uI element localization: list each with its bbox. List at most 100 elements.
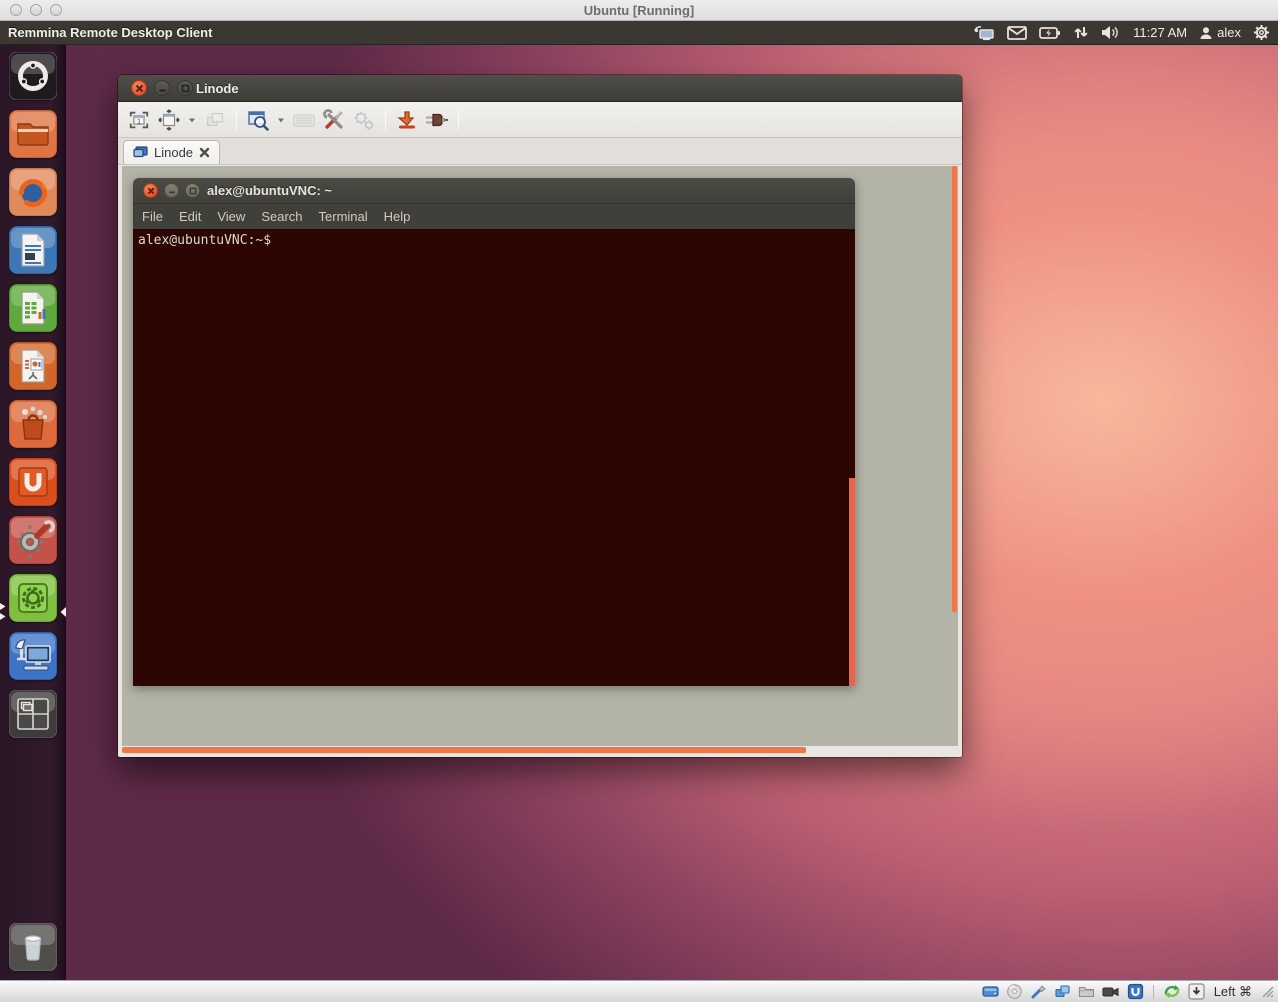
terminal-title: alex@ubuntuVNC: ~ bbox=[207, 183, 332, 198]
terminal-maximize-button[interactable] bbox=[185, 183, 200, 198]
vm-window-title: Ubuntu [Running] bbox=[0, 3, 1278, 18]
terminal-titlebar[interactable]: alex@ubuntuVNC: ~ bbox=[133, 178, 855, 204]
launcher-item-firefox[interactable] bbox=[9, 168, 57, 216]
vm-window-titlebar: Ubuntu [Running] bbox=[0, 0, 1278, 21]
menu-edit[interactable]: Edit bbox=[179, 209, 201, 224]
ubuntu-one-icon bbox=[9, 458, 57, 506]
menu-terminal[interactable]: Terminal bbox=[319, 209, 368, 224]
terminal-scrollbar[interactable] bbox=[849, 478, 855, 686]
session-gear-icon[interactable] bbox=[1253, 24, 1270, 41]
app-menu-title[interactable]: Remmina Remote Desktop Client bbox=[0, 25, 212, 40]
terminal-minimize-button[interactable] bbox=[164, 183, 179, 198]
grab-keyboard-icon bbox=[291, 107, 317, 133]
launcher-item-libreoffice-impress[interactable] bbox=[9, 342, 57, 390]
remmina-tab-bar: Linode bbox=[118, 138, 962, 165]
window-maximize-button[interactable] bbox=[177, 80, 193, 96]
fit-window-icon[interactable] bbox=[156, 107, 182, 133]
menu-help[interactable]: Help bbox=[384, 209, 411, 224]
libreoffice-impress-icon bbox=[9, 342, 57, 390]
remote-terminal-window: alex@ubuntuVNC: ~ File Edit View Search … bbox=[133, 178, 855, 686]
trash-icon bbox=[9, 923, 57, 971]
remmina-icon bbox=[9, 632, 57, 680]
launcher-item-libreoffice-calc[interactable] bbox=[9, 284, 57, 332]
tab-close-icon[interactable] bbox=[199, 147, 210, 158]
vbox-statusbar: Left ⌘ bbox=[0, 980, 1278, 1002]
messaging-menu-icon[interactable] bbox=[1007, 26, 1027, 40]
tab-monitor-icon bbox=[133, 146, 148, 159]
terminal-body[interactable]: alex@ubuntuVNC:~$ bbox=[133, 229, 855, 686]
dash-home-icon bbox=[9, 52, 57, 100]
shared-folders-icon[interactable] bbox=[1078, 983, 1095, 1000]
vnc-vertical-scrollbar[interactable] bbox=[952, 166, 957, 612]
launcher-item-trash[interactable] bbox=[9, 923, 57, 971]
zoom-caret-icon[interactable] bbox=[275, 107, 287, 133]
mouse-integration-icon[interactable] bbox=[1163, 983, 1181, 1000]
statusbar-separator bbox=[1153, 985, 1154, 999]
libreoffice-writer-icon bbox=[9, 226, 57, 274]
launcher-item-ubuntu-one[interactable] bbox=[9, 458, 57, 506]
host-key-label: Left ⌘ bbox=[1212, 984, 1254, 1000]
usb-icon[interactable] bbox=[1030, 983, 1047, 1000]
launcher-item-software-center[interactable] bbox=[9, 400, 57, 448]
remmina-window: Linode 1 bbox=[118, 75, 962, 757]
optical-disc-icon[interactable] bbox=[1006, 983, 1023, 1000]
toolbar-separator bbox=[385, 110, 386, 130]
launcher-item-workspace-switcher[interactable] bbox=[9, 690, 57, 738]
tools-icon[interactable] bbox=[321, 107, 347, 133]
terminal-menubar: File Edit View Search Terminal Help bbox=[133, 204, 855, 229]
window-minimize-button[interactable] bbox=[154, 80, 170, 96]
vnc-viewport[interactable]: alex@ubuntuVNC: ~ File Edit View Search … bbox=[122, 166, 958, 746]
libreoffice-calc-icon bbox=[9, 284, 57, 332]
hard-disk-icon[interactable] bbox=[982, 983, 999, 1000]
resize-grip-icon[interactable] bbox=[1261, 985, 1274, 998]
terminal-prompt: alex@ubuntuVNC:~$ bbox=[138, 233, 271, 248]
video-capture-icon[interactable] bbox=[1102, 983, 1120, 1000]
network-icon[interactable] bbox=[1054, 983, 1071, 1000]
vnc-horizontal-scrollbar[interactable] bbox=[122, 747, 806, 753]
window-close-button[interactable] bbox=[131, 80, 147, 96]
remmina-applet-icon[interactable] bbox=[973, 25, 995, 41]
toolbar-separator bbox=[236, 110, 237, 130]
toggle-fullscreen-icon[interactable]: 1 bbox=[126, 107, 152, 133]
switch-page-icon bbox=[202, 107, 228, 133]
launcher-item-software-updater[interactable] bbox=[9, 574, 57, 622]
launcher-item-files[interactable] bbox=[9, 110, 57, 158]
focused-indicator-arrow bbox=[60, 606, 66, 618]
network-sync-icon[interactable] bbox=[1073, 25, 1089, 40]
zoom-icon[interactable] bbox=[245, 107, 271, 133]
firefox-icon bbox=[9, 168, 57, 216]
volume-icon[interactable] bbox=[1101, 25, 1121, 40]
host-key-state-icon[interactable] bbox=[1188, 983, 1205, 1000]
remmina-window-title: Linode bbox=[196, 81, 239, 96]
user-menu[interactable]: alex bbox=[1199, 25, 1241, 40]
remmina-content-frame: alex@ubuntuVNC: ~ File Edit View Search … bbox=[118, 165, 962, 756]
files-folder-icon bbox=[9, 110, 57, 158]
unity-launcher bbox=[0, 45, 66, 980]
features-icon[interactable] bbox=[1127, 983, 1144, 1000]
battery-icon[interactable] bbox=[1039, 26, 1061, 40]
remmina-toolbar: 1 bbox=[118, 102, 962, 138]
fit-window-caret-icon[interactable] bbox=[186, 107, 198, 133]
tab-label: Linode bbox=[154, 145, 193, 160]
launcher-item-dash-home[interactable] bbox=[9, 52, 57, 100]
menu-view[interactable]: View bbox=[217, 209, 245, 224]
username: alex bbox=[1217, 25, 1241, 40]
launcher-item-system-settings[interactable] bbox=[9, 516, 57, 564]
launcher-item-libreoffice-writer[interactable] bbox=[9, 226, 57, 274]
remmina-titlebar[interactable]: Linode bbox=[118, 75, 962, 102]
menu-file[interactable]: File bbox=[142, 209, 163, 224]
minimize-window-icon[interactable] bbox=[394, 107, 420, 133]
tab-linode[interactable]: Linode bbox=[123, 140, 220, 164]
system-settings-icon bbox=[9, 516, 57, 564]
user-icon bbox=[1199, 26, 1213, 40]
software-updater-icon bbox=[9, 574, 57, 622]
terminal-close-button[interactable] bbox=[143, 183, 158, 198]
launcher-item-remmina[interactable] bbox=[9, 632, 57, 680]
menu-search[interactable]: Search bbox=[261, 209, 302, 224]
running-indicator-arrows bbox=[0, 601, 6, 623]
screen: Ubuntu [Running] Remmina Remote Desktop … bbox=[0, 0, 1278, 1002]
clock[interactable]: 11:27 AM bbox=[1133, 25, 1187, 40]
ubuntu-top-panel: Remmina Remote Desktop Client bbox=[0, 21, 1278, 45]
toolbar-separator bbox=[458, 110, 459, 130]
disconnect-plug-icon[interactable] bbox=[424, 107, 450, 133]
